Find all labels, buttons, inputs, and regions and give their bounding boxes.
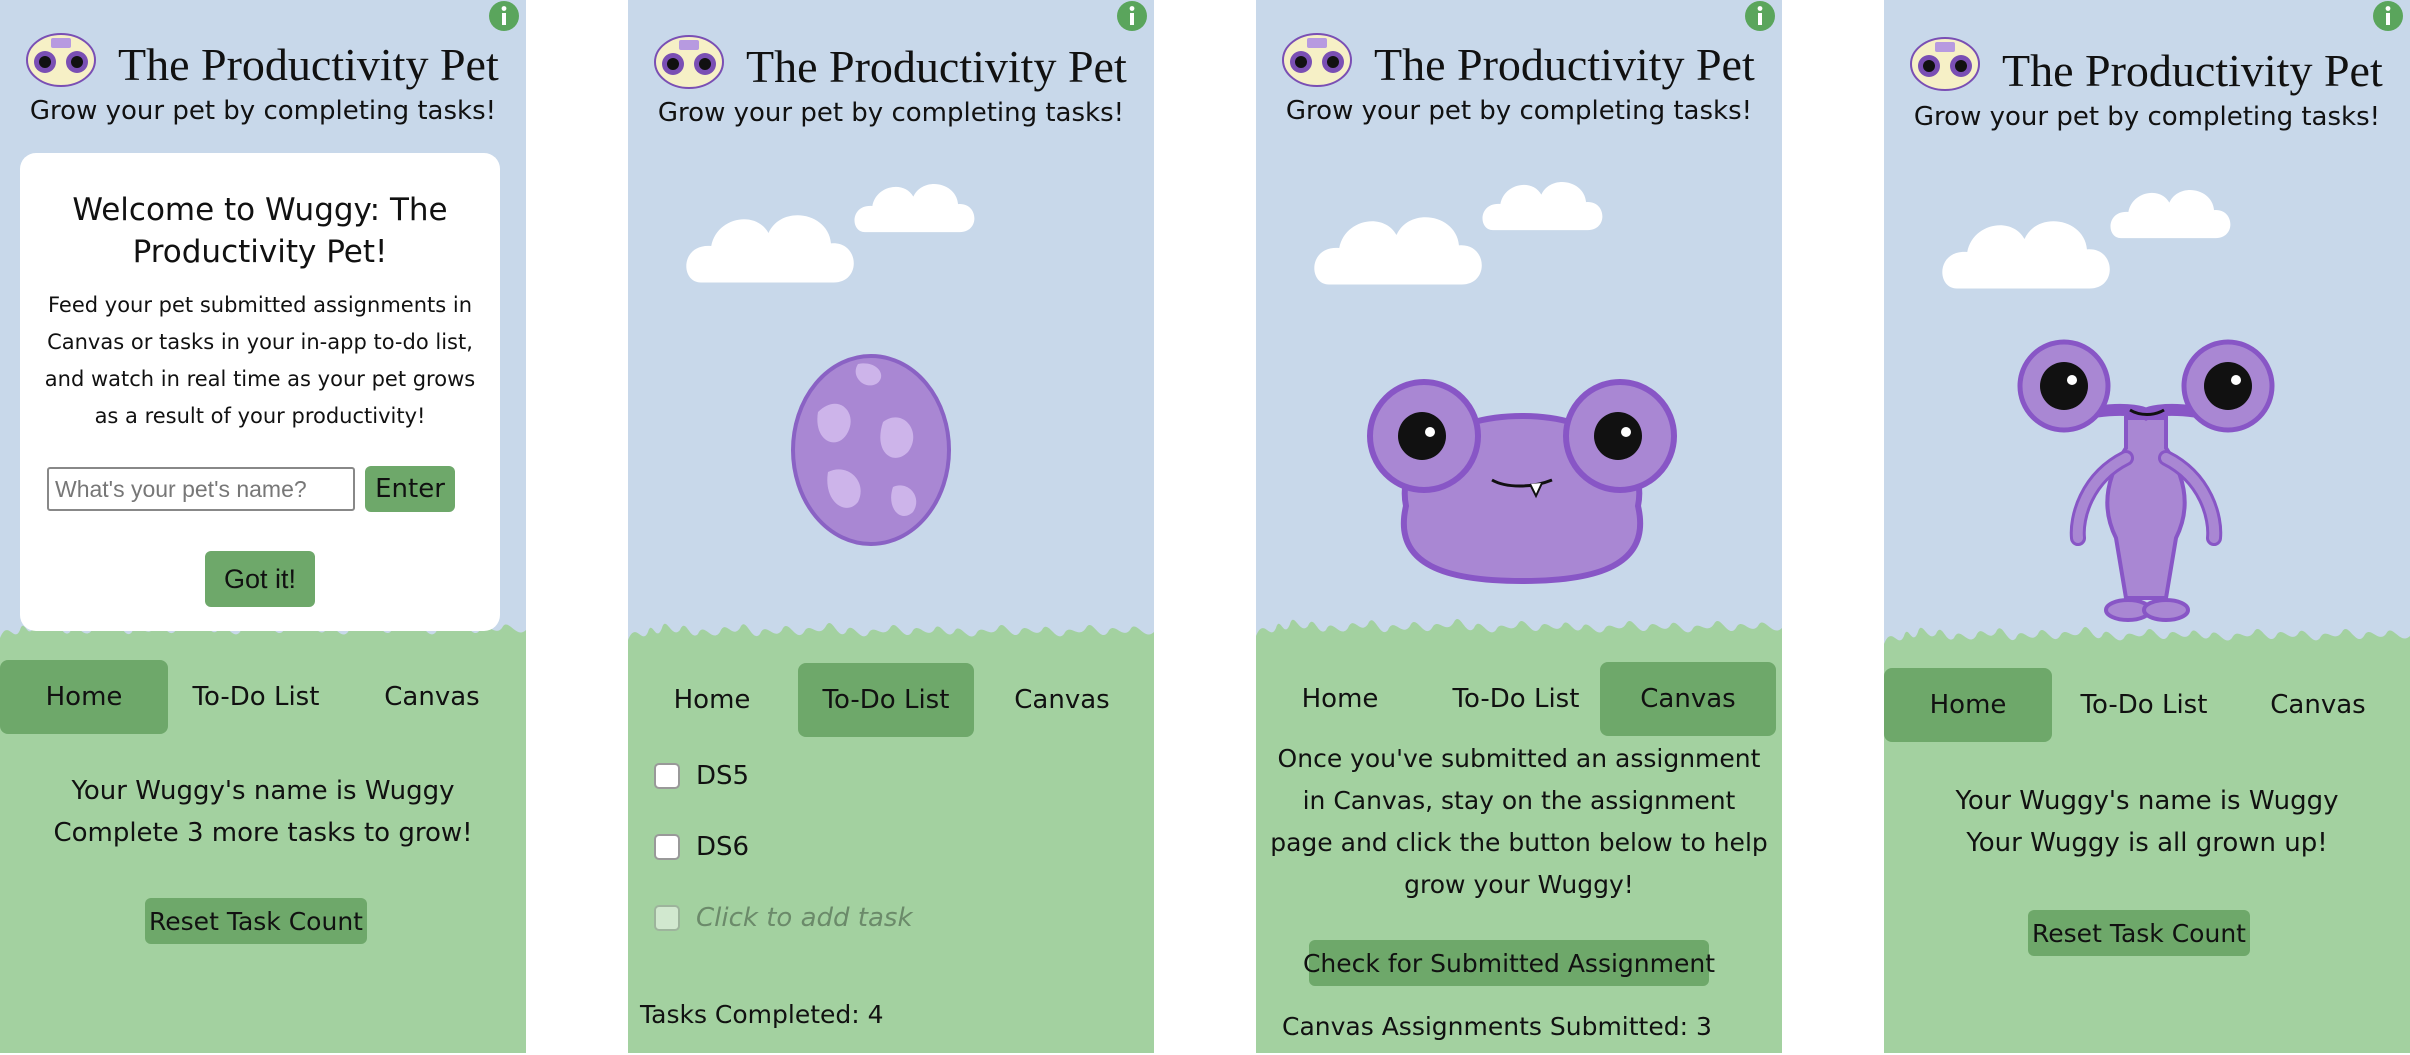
app-title: The Productivity Pet — [118, 39, 499, 90]
task-checkbox[interactable] — [654, 763, 680, 789]
nav-bar: Home To-Do List Canvas — [1256, 662, 1782, 736]
pet-name-line: Your Wuggy's name is Wuggy — [1955, 786, 2339, 816]
task-status-line: Complete 3 more tasks to grow! — [53, 818, 473, 848]
panel-todo-list: The Productivity Pet Grow your pet by co… — [628, 0, 1154, 1053]
info-icon[interactable] — [2372, 0, 2404, 32]
pet-blob-icon — [1367, 379, 1677, 585]
cloud-icon — [1942, 221, 2110, 289]
wuggy-logo-icon — [1910, 37, 1980, 91]
wuggy-logo-icon — [26, 33, 96, 87]
cloud-icon — [854, 183, 975, 233]
tab-todo-list[interactable]: To-Do List — [798, 663, 974, 737]
reset-task-count-button[interactable]: Reset Task Count — [145, 898, 367, 944]
app-subtitle: Grow your pet by completing tasks! — [29, 96, 497, 126]
app-subtitle: Grow your pet by completing tasks! — [1285, 96, 1753, 126]
add-task-input[interactable]: Click to add task — [696, 903, 913, 933]
panel-home-grown: The Productivity Pet Grow your pet by co… — [1884, 0, 2410, 1053]
wuggy-logo-icon — [1282, 33, 1352, 87]
got-it-button[interactable]: Got it! — [205, 551, 315, 607]
tab-canvas[interactable]: Canvas — [348, 660, 516, 734]
info-icon[interactable] — [488, 0, 520, 32]
add-task-row[interactable]: Click to add task — [654, 898, 913, 938]
cloud-icon — [686, 215, 854, 283]
tab-canvas[interactable]: Canvas — [2234, 668, 2402, 742]
cloud-icon — [2110, 189, 2231, 239]
panel-canvas: The Productivity Pet Grow your pet by co… — [1256, 0, 1782, 1053]
tab-home[interactable]: Home — [0, 660, 168, 734]
canvas-submitted-counter: Canvas Assignments Submitted: 3 — [1282, 1012, 1712, 1041]
modal-title: Welcome to Wuggy: The Productivity Pet! — [72, 192, 448, 270]
tasks-completed-counter: Tasks Completed: 4 — [640, 1000, 884, 1029]
tab-home[interactable]: Home — [1884, 668, 2052, 742]
todo-item[interactable]: DS6 — [654, 827, 749, 867]
tab-home[interactable]: Home — [628, 663, 796, 737]
enter-button[interactable]: Enter — [365, 466, 455, 512]
pet-name-input[interactable] — [47, 467, 355, 511]
welcome-modal: Welcome to Wuggy: The Productivity Pet! … — [20, 153, 500, 631]
nav-bar: Home To-Do List Canvas — [0, 660, 526, 734]
tab-todo-list[interactable]: To-Do List — [2056, 668, 2232, 742]
task-checkbox[interactable] — [654, 834, 680, 860]
app-title: The Productivity Pet — [746, 41, 1127, 92]
info-icon[interactable] — [1744, 0, 1776, 32]
task-label: DS5 — [696, 761, 750, 791]
wuggy-logo-icon — [654, 35, 724, 89]
pet-egg-icon — [791, 354, 951, 546]
pet-name-line: Your Wuggy's name is Wuggy — [71, 776, 455, 806]
app-subtitle: Grow your pet by completing tasks! — [1913, 102, 2381, 132]
check-submitted-assignment-button[interactable]: Check for Submitted Assignment — [1303, 940, 1715, 986]
tab-canvas[interactable]: Canvas — [1600, 662, 1776, 736]
app-title: The Productivity Pet — [1374, 39, 1755, 90]
canvas-instructions: Once you've submitted an assignment in C… — [1270, 744, 1768, 899]
app-subtitle: Grow your pet by completing tasks! — [657, 98, 1125, 128]
info-icon[interactable] — [1116, 0, 1148, 32]
task-checkbox — [654, 905, 680, 931]
reset-task-count-button[interactable]: Reset Task Count — [2028, 910, 2250, 956]
tab-todo-list[interactable]: To-Do List — [1428, 662, 1604, 736]
todo-item[interactable]: DS5 — [654, 756, 749, 796]
tab-todo-list[interactable]: To-Do List — [172, 660, 340, 734]
tab-home[interactable]: Home — [1256, 662, 1424, 736]
task-label: DS6 — [696, 832, 750, 862]
cloud-icon — [1314, 217, 1482, 285]
pet-grown-icon — [2017, 339, 2275, 622]
panel-home-welcome: The Productivity Pet Grow your pet by co… — [0, 0, 526, 1053]
app-title: The Productivity Pet — [2002, 45, 2383, 96]
task-status-line: Your Wuggy is all grown up! — [1966, 828, 2328, 858]
nav-bar: Home To-Do List Canvas — [1884, 668, 2410, 742]
nav-bar: Home To-Do List Canvas — [628, 663, 1154, 737]
cloud-icon — [1482, 181, 1603, 231]
tab-canvas[interactable]: Canvas — [978, 663, 1146, 737]
modal-body: Feed your pet submitted assignments in C… — [44, 293, 476, 428]
